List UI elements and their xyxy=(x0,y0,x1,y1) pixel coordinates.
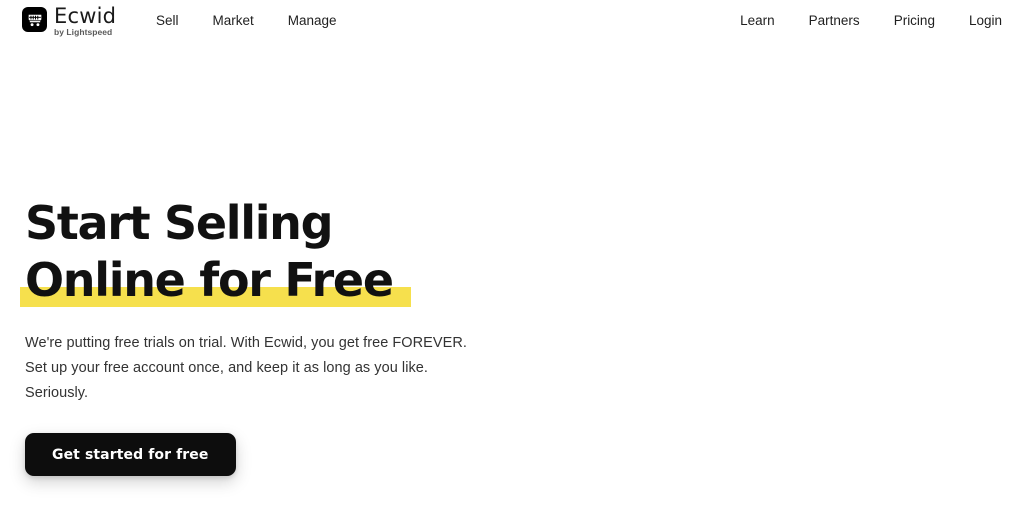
shopping-cart-icon xyxy=(22,7,47,32)
brand-text: Ecwid by Lightspeed xyxy=(54,6,116,37)
headline-line-2-wrap: Online for Free xyxy=(20,252,545,309)
hero-section: Start Selling Online for Free We're putt… xyxy=(20,195,545,476)
nav-item-pricing[interactable]: Pricing xyxy=(894,13,935,29)
headline-line-2: Online for Free xyxy=(25,253,394,307)
headline-line-1: Start Selling xyxy=(25,196,334,250)
headline-highlight-wrap: Online for Free xyxy=(20,252,411,309)
nav-item-login[interactable]: Login xyxy=(969,13,1002,29)
brand-logo[interactable]: Ecwid by Lightspeed xyxy=(22,6,116,37)
page-title: Start Selling Online for Free xyxy=(20,195,545,309)
get-started-button[interactable]: Get started for free xyxy=(25,433,236,476)
site-header: Ecwid by Lightspeed Sell Market Manage L… xyxy=(0,0,1024,42)
primary-navigation: Sell Market Manage xyxy=(156,13,337,29)
brand-name: Ecwid xyxy=(54,4,117,28)
nav-item-partners[interactable]: Partners xyxy=(809,13,860,29)
brand-tagline: by Lightspeed xyxy=(54,27,113,37)
secondary-navigation: Learn Partners Pricing Login xyxy=(740,13,1002,29)
nav-item-learn[interactable]: Learn xyxy=(740,13,775,29)
hero-paragraph: We're putting free trials on trial. With… xyxy=(25,335,467,401)
nav-item-manage[interactable]: Manage xyxy=(288,13,337,29)
nav-item-market[interactable]: Market xyxy=(213,13,254,29)
nav-item-sell[interactable]: Sell xyxy=(156,13,179,29)
